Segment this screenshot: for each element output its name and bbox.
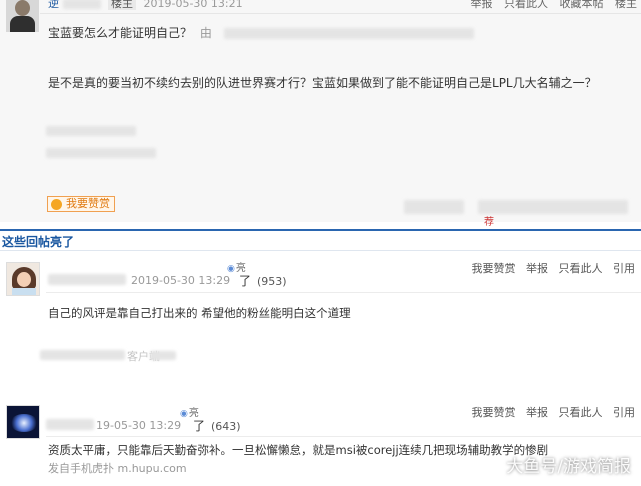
avatar-body: [10, 16, 35, 32]
reply-source[interactable]: 发自手机虎扑 m.hupu.com: [48, 460, 187, 476]
recommend-badge[interactable]: 荐: [484, 213, 494, 228]
op-role-tag: 楼主: [108, 0, 136, 10]
reply-actions: 我要赞赏 举报 只看此人 引用: [465, 404, 636, 420]
op-post: 逆 楼主 2019-05-30 13:21 举报 只看此人 收藏本帖 楼主 宝蓝…: [0, 0, 641, 228]
report-link[interactable]: 举报: [526, 406, 548, 419]
only-this-link[interactable]: 只看此人: [559, 262, 603, 275]
reward-link[interactable]: 我要赞赏: [472, 262, 516, 275]
redacted-username: [48, 274, 126, 285]
reply-avatar[interactable]: [6, 405, 40, 439]
op-divider: [40, 13, 641, 14]
avatar-body: [12, 288, 36, 295]
op-meta: 逆 楼主 2019-05-30 13:21: [48, 0, 243, 11]
op-timestamp: 2019-05-30 13:21: [143, 0, 243, 10]
reply-timestamp: 19-05-30 13:29: [96, 419, 182, 432]
op-username[interactable]: 逆: [48, 0, 59, 10]
redacted-text-line: [46, 148, 156, 158]
report-link[interactable]: 举报: [526, 262, 548, 275]
watermark-text: 大鱼号/游戏简报: [506, 457, 631, 477]
op-report-link[interactable]: 举报: [471, 0, 493, 10]
reply-divider: [46, 436, 641, 437]
reward-label: 我要赞赏: [66, 197, 110, 210]
reply-timestamp: 2019-05-30 13:29: [131, 274, 231, 287]
section-divider: [0, 250, 641, 251]
redacted-username: [62, 0, 101, 9]
redacted-source: [150, 351, 176, 360]
op-quote-title: 宝蓝要怎么才能证明自己？: [48, 26, 193, 40]
redacted-quote-source: [223, 28, 474, 39]
section-border: [0, 229, 641, 231]
quote-link[interactable]: 引用: [613, 406, 635, 419]
quote-link[interactable]: 引用: [613, 262, 635, 275]
liang-label: 了: [239, 274, 252, 288]
op-avatar[interactable]: [6, 0, 39, 32]
op-only-this-link[interactable]: 只看此人: [504, 0, 548, 10]
redacted-source: [40, 350, 125, 360]
light-icon: ◉: [227, 264, 235, 274]
reply-body: 资质太平庸，只能靠后天勤奋弥补。一旦松懈懒怠，就是msi被corejj连续几把现…: [48, 443, 549, 457]
light-status: 了 (643): [193, 417, 241, 434]
avatar-glow: [10, 414, 38, 432]
avatar-face: [15, 0, 30, 16]
op-quote-from: 由: [199, 26, 212, 40]
reward-button[interactable]: 我要赞赏: [47, 196, 115, 212]
coin-icon: [51, 199, 62, 210]
op-quote: 宝蓝要怎么才能证明自己？ 由: [48, 24, 474, 41]
redacted-action-area: [404, 200, 464, 214]
light-count: (953): [257, 275, 287, 288]
avatar-face: [17, 272, 31, 287]
reply-body: 自己的风评是靠自己打出来的 希望他的粉丝能明白这个道理: [48, 306, 351, 320]
reply-divider: [46, 292, 641, 293]
light-icon: ◉: [180, 409, 188, 419]
only-this-link[interactable]: 只看此人: [559, 406, 603, 419]
op-floor-label: 楼主: [615, 0, 637, 10]
redacted-text-line: [46, 126, 136, 136]
op-body: 是不是真的要当初不续约去别的队进世界赛才行？宝蓝如果做到了能不能证明自己是LPL…: [48, 76, 597, 90]
liang-label: 了: [193, 419, 206, 433]
reply-actions: 我要赞赏 举报 只看此人 引用: [465, 260, 636, 276]
light-status: 了 (953): [239, 272, 287, 289]
section-title: 这些回帖亮了: [2, 235, 75, 249]
redacted-username: [46, 419, 94, 430]
redacted-action-area: [478, 200, 628, 214]
op-favorite-link[interactable]: 收藏本帖: [560, 0, 604, 10]
reward-link[interactable]: 我要赞赏: [472, 406, 516, 419]
reply-avatar[interactable]: [6, 262, 40, 296]
op-actions: 举报 只看此人 收藏本帖 楼主: [463, 0, 638, 11]
light-count: (643): [211, 420, 241, 433]
